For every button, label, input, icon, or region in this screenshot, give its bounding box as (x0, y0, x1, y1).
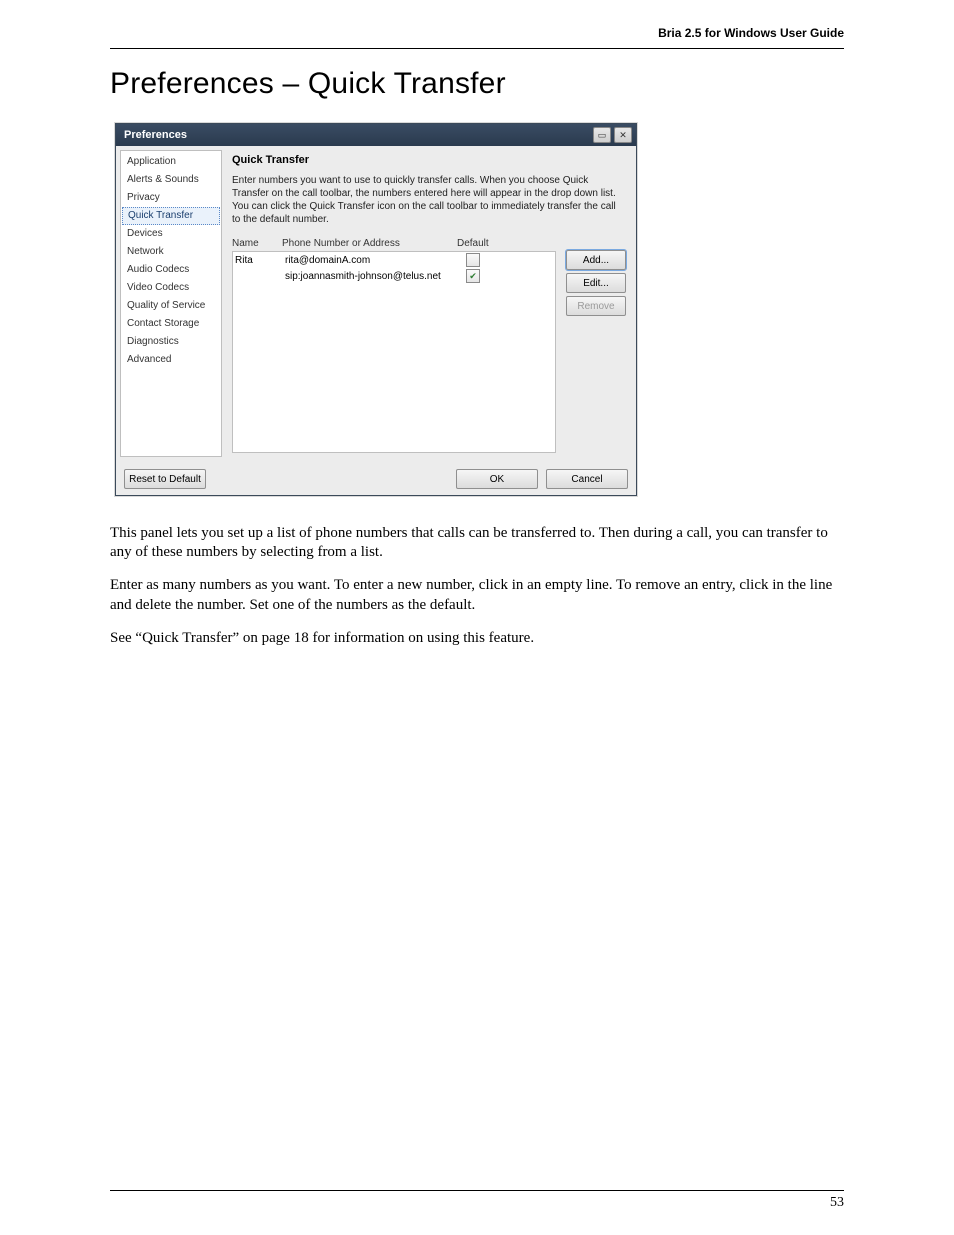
edit-button[interactable]: Edit... (566, 273, 626, 293)
category-sidebar: Application Alerts & Sounds Privacy Quic… (120, 150, 222, 457)
panel-description: Enter numbers you want to use to quickly… (232, 174, 626, 226)
cell-name: Rita (235, 255, 285, 266)
sidebar-item-advanced[interactable]: Advanced (121, 351, 221, 369)
sidebar-item-quick-transfer[interactable]: Quick Transfer (122, 207, 220, 225)
transfer-table: Name Phone Number or Address Default Rit… (232, 236, 556, 453)
col-default: Default (457, 238, 517, 249)
page-title: Preferences – Quick Transfer (110, 67, 894, 101)
main-panel: Quick Transfer Enter numbers you want to… (224, 150, 632, 457)
body-paragraph-3: See “Quick Transfer” on page 18 for info… (110, 629, 844, 648)
header-rule (110, 48, 844, 49)
body-paragraph-2: Enter as many numbers as you want. To en… (110, 576, 844, 614)
preferences-dialog: Preferences ▭ ✕ Application Alerts & Sou… (115, 123, 637, 496)
close-icon[interactable]: ✕ (614, 127, 632, 143)
col-name: Name (232, 238, 282, 249)
reset-button[interactable]: Reset to Default (124, 469, 206, 489)
panel-title: Quick Transfer (232, 154, 626, 166)
sidebar-item-network[interactable]: Network (121, 243, 221, 261)
sidebar-item-diagnostics[interactable]: Diagnostics (121, 333, 221, 351)
body-paragraph-1: This panel lets you set up a list of pho… (110, 524, 844, 562)
add-button[interactable]: Add... (566, 250, 626, 270)
dialog-title: Preferences (124, 129, 590, 141)
column-headers: Name Phone Number or Address Default (232, 236, 556, 251)
footer-rule (110, 1190, 844, 1191)
cell-address: rita@domainA.com (285, 255, 460, 266)
ok-button[interactable]: OK (456, 469, 538, 489)
minimize-icon[interactable]: ▭ (593, 127, 611, 143)
table-row[interactable]: Rita rita@domainA.com (233, 252, 555, 268)
sidebar-item-contact-storage[interactable]: Contact Storage (121, 315, 221, 333)
cancel-button[interactable]: Cancel (546, 469, 628, 489)
sidebar-item-audio-codecs[interactable]: Audio Codecs (121, 261, 221, 279)
sidebar-item-application[interactable]: Application (121, 153, 221, 171)
sidebar-item-video-codecs[interactable]: Video Codecs (121, 279, 221, 297)
cell-address: sip:joannasmith-johnson@telus.net (285, 271, 460, 282)
dialog-titlebar[interactable]: Preferences ▭ ✕ (116, 124, 636, 146)
doc-header: Bria 2.5 for Windows User Guide (60, 26, 894, 48)
page-number: 53 (60, 1195, 894, 1211)
sidebar-item-qos[interactable]: Quality of Service (121, 297, 221, 315)
remove-button[interactable]: Remove (566, 296, 626, 316)
default-checkbox[interactable]: ✔ (466, 269, 480, 283)
sidebar-item-privacy[interactable]: Privacy (121, 189, 221, 207)
col-address: Phone Number or Address (282, 238, 457, 249)
sidebar-item-devices[interactable]: Devices (121, 225, 221, 243)
sidebar-item-alerts-sounds[interactable]: Alerts & Sounds (121, 171, 221, 189)
default-checkbox[interactable] (466, 253, 480, 267)
table-row[interactable]: sip:joannasmith-johnson@telus.net ✔ (233, 268, 555, 284)
